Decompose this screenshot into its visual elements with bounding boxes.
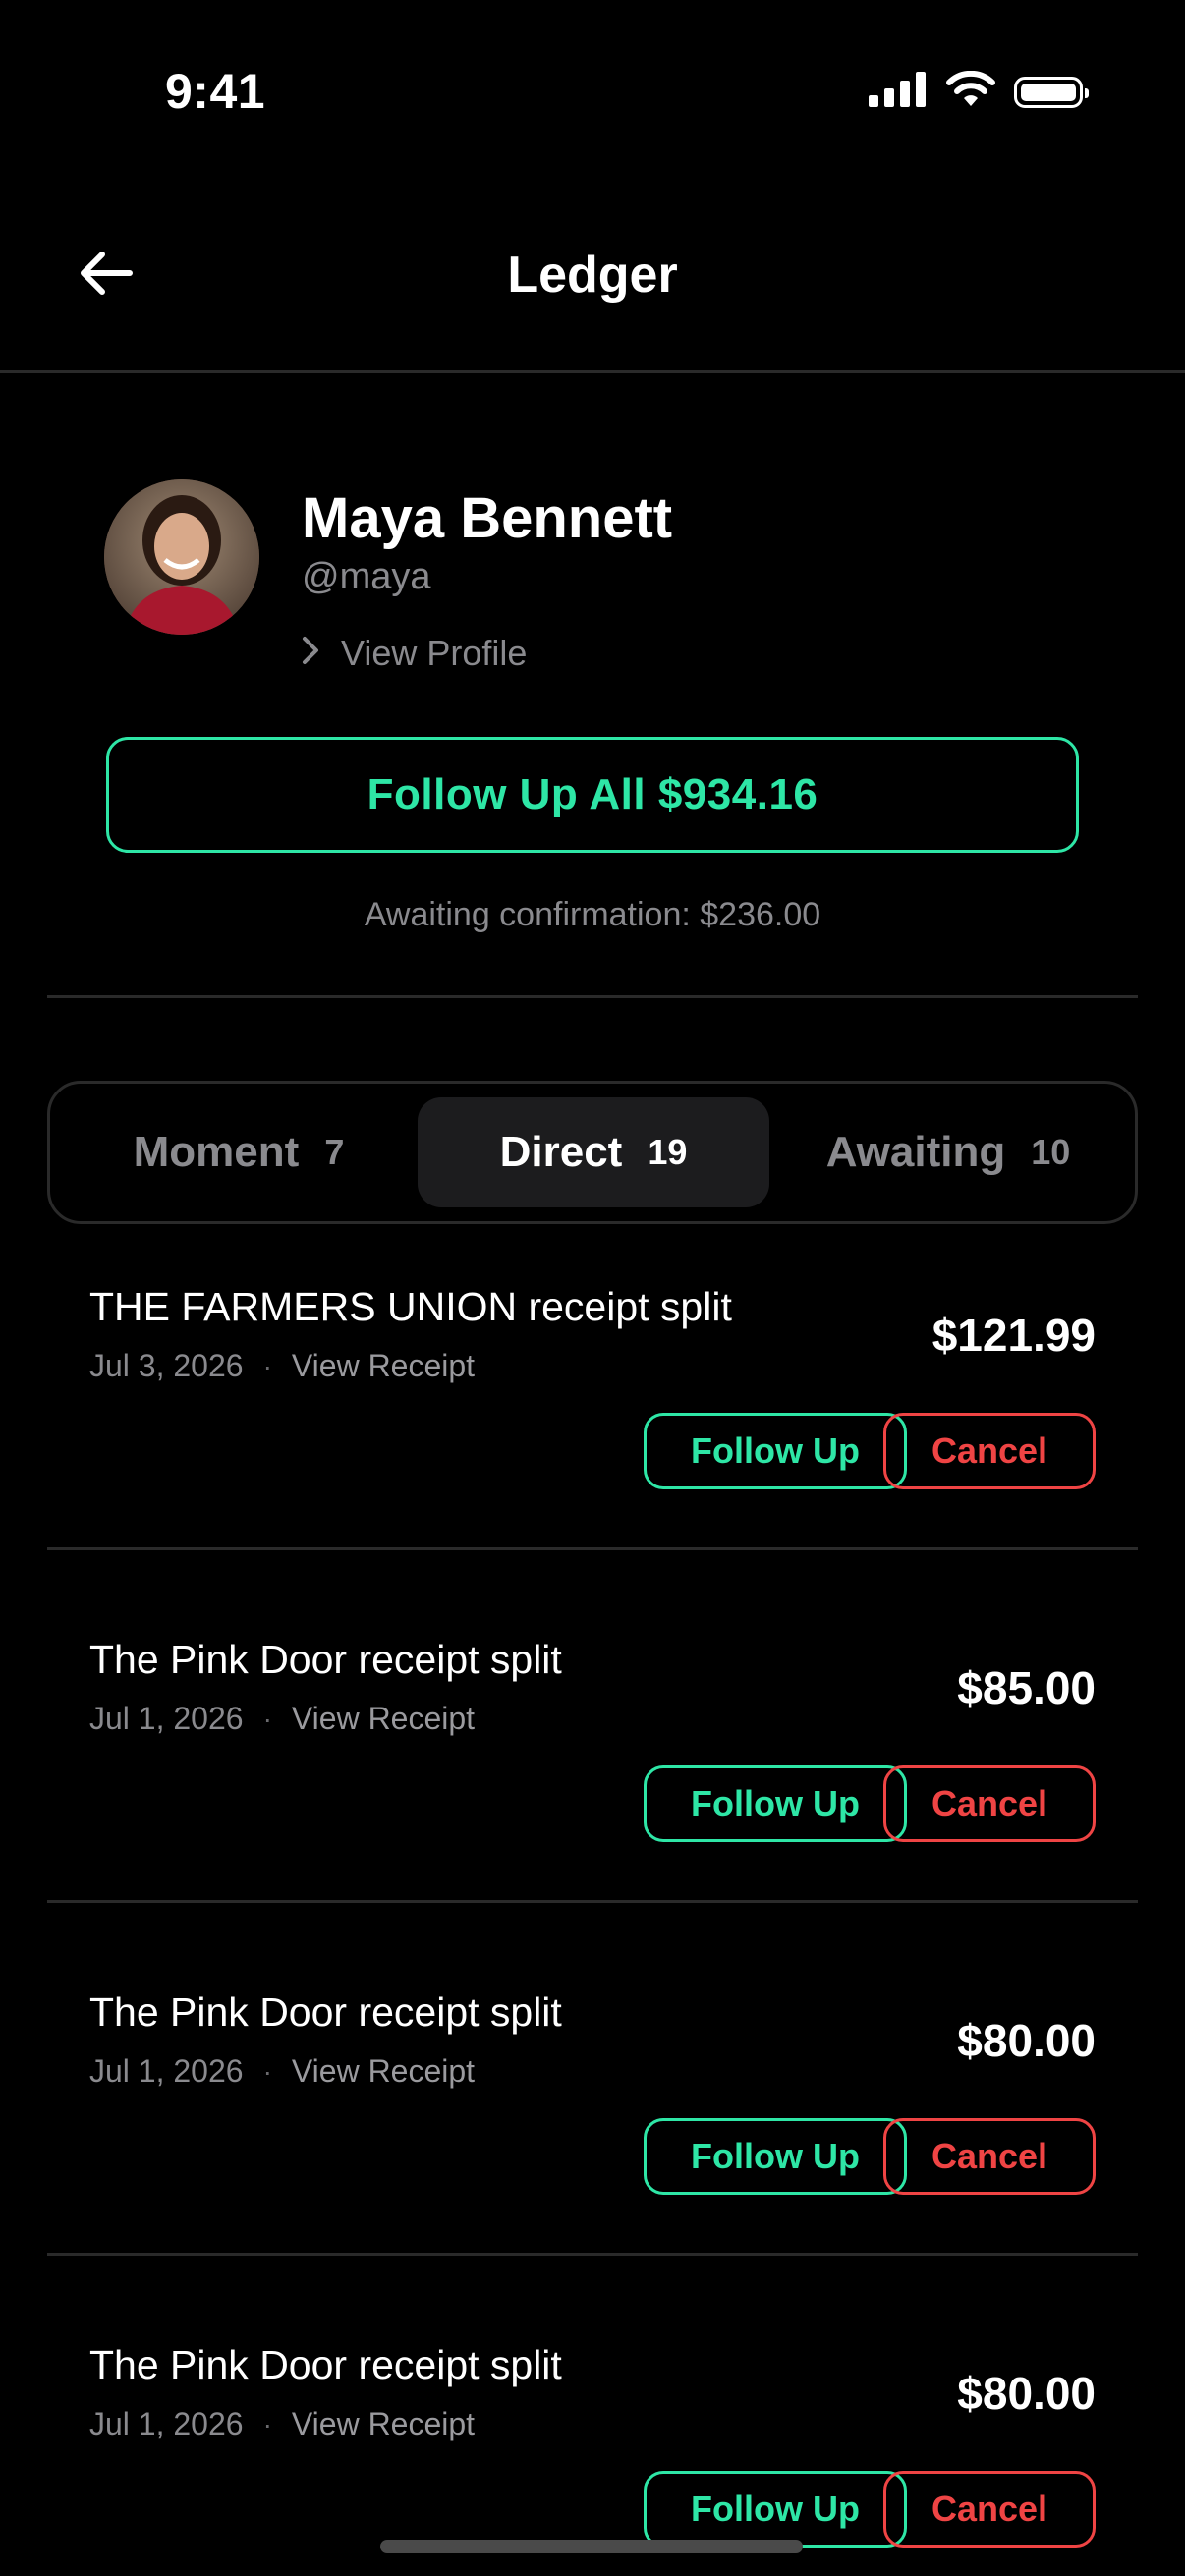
- view-profile-link[interactable]: View Profile: [302, 633, 527, 674]
- follow-up-button[interactable]: Follow Up: [644, 1413, 907, 1489]
- profile-name: Maya Bennett: [302, 486, 673, 550]
- row-meta: Jul 3, 2026 · View Receipt: [89, 1348, 475, 1384]
- signal-icon: [869, 72, 928, 112]
- avatar: [104, 479, 259, 635]
- status-icons: [869, 70, 1089, 113]
- tab-label: Awaiting: [825, 1128, 1006, 1176]
- view-receipt-link[interactable]: View Receipt: [292, 1701, 475, 1737]
- follow-up-button[interactable]: Follow Up: [644, 2118, 907, 2195]
- view-receipt-link[interactable]: View Receipt: [292, 2053, 475, 2090]
- home-indicator[interactable]: [380, 2540, 803, 2553]
- cancel-button[interactable]: Cancel: [883, 1765, 1096, 1842]
- tab-awaiting[interactable]: Awaiting 10: [773, 1097, 1123, 1207]
- row-title: The Pink Door receipt split: [89, 1637, 562, 1682]
- cancel-button[interactable]: Cancel: [883, 2118, 1096, 2195]
- list-item: THE FARMERS UNION receipt split Jul 3, 2…: [47, 1198, 1138, 1550]
- row-amount: $80.00: [957, 2015, 1096, 2066]
- row-date: Jul 3, 2026: [89, 1348, 244, 1383]
- tab-label: Direct: [499, 1128, 623, 1176]
- row-meta: Jul 1, 2026 · View Receipt: [89, 2053, 475, 2090]
- tab-count: 7: [324, 1132, 345, 1172]
- row-date: Jul 1, 2026: [89, 1701, 244, 1736]
- row-date: Jul 1, 2026: [89, 2406, 244, 2441]
- status-time: 9:41: [165, 64, 266, 119]
- row-title: The Pink Door receipt split: [89, 1989, 562, 2035]
- profile-handle: @maya: [302, 556, 431, 597]
- meta-separator: ·: [262, 2055, 272, 2087]
- meta-separator: ·: [262, 1350, 272, 1381]
- wifi-icon: [945, 70, 996, 113]
- follow-up-button[interactable]: Follow Up: [644, 2471, 907, 2548]
- cancel-button[interactable]: Cancel: [883, 1413, 1096, 1489]
- row-date: Jul 1, 2026: [89, 2053, 244, 2089]
- row-amount: $121.99: [931, 1310, 1096, 1361]
- view-profile-label: View Profile: [341, 633, 528, 673]
- meta-separator: ·: [262, 2408, 272, 2439]
- row-title: THE FARMERS UNION receipt split: [89, 1284, 732, 1329]
- awaiting-confirmation-text: Awaiting confirmation: $236.00: [364, 896, 821, 933]
- tab-moment[interactable]: Moment 7: [64, 1097, 414, 1207]
- list-item: The Pink Door receipt split Jul 1, 2026 …: [47, 1903, 1138, 2256]
- view-receipt-link[interactable]: View Receipt: [292, 2406, 475, 2442]
- chevron-right-icon: [302, 633, 319, 674]
- section-divider: [47, 995, 1138, 998]
- list-item: The Pink Door receipt split Jul 1, 2026 …: [47, 2256, 1138, 2576]
- tab-label: Moment: [133, 1128, 300, 1176]
- battery-icon: [1014, 76, 1089, 108]
- tab-count: 10: [1031, 1132, 1071, 1172]
- tab-direct[interactable]: Direct 19: [418, 1097, 769, 1207]
- tab-count: 19: [648, 1132, 688, 1172]
- list-item: The Pink Door receipt split Jul 1, 2026 …: [47, 1550, 1138, 1903]
- nav-divider: [0, 370, 1185, 373]
- meta-separator: ·: [262, 1703, 272, 1734]
- page-title: Ledger: [507, 247, 678, 304]
- row-amount: $85.00: [957, 1662, 1096, 1713]
- follow-up-all-button[interactable]: Follow Up All $934.16: [106, 737, 1079, 853]
- row-amount: $80.00: [957, 2368, 1096, 2419]
- row-title: The Pink Door receipt split: [89, 2342, 562, 2387]
- cancel-button[interactable]: Cancel: [883, 2471, 1096, 2548]
- row-meta: Jul 1, 2026 · View Receipt: [89, 1701, 475, 1737]
- view-receipt-link[interactable]: View Receipt: [292, 1348, 475, 1384]
- follow-up-button[interactable]: Follow Up: [644, 1765, 907, 1842]
- row-meta: Jul 1, 2026 · View Receipt: [89, 2406, 475, 2442]
